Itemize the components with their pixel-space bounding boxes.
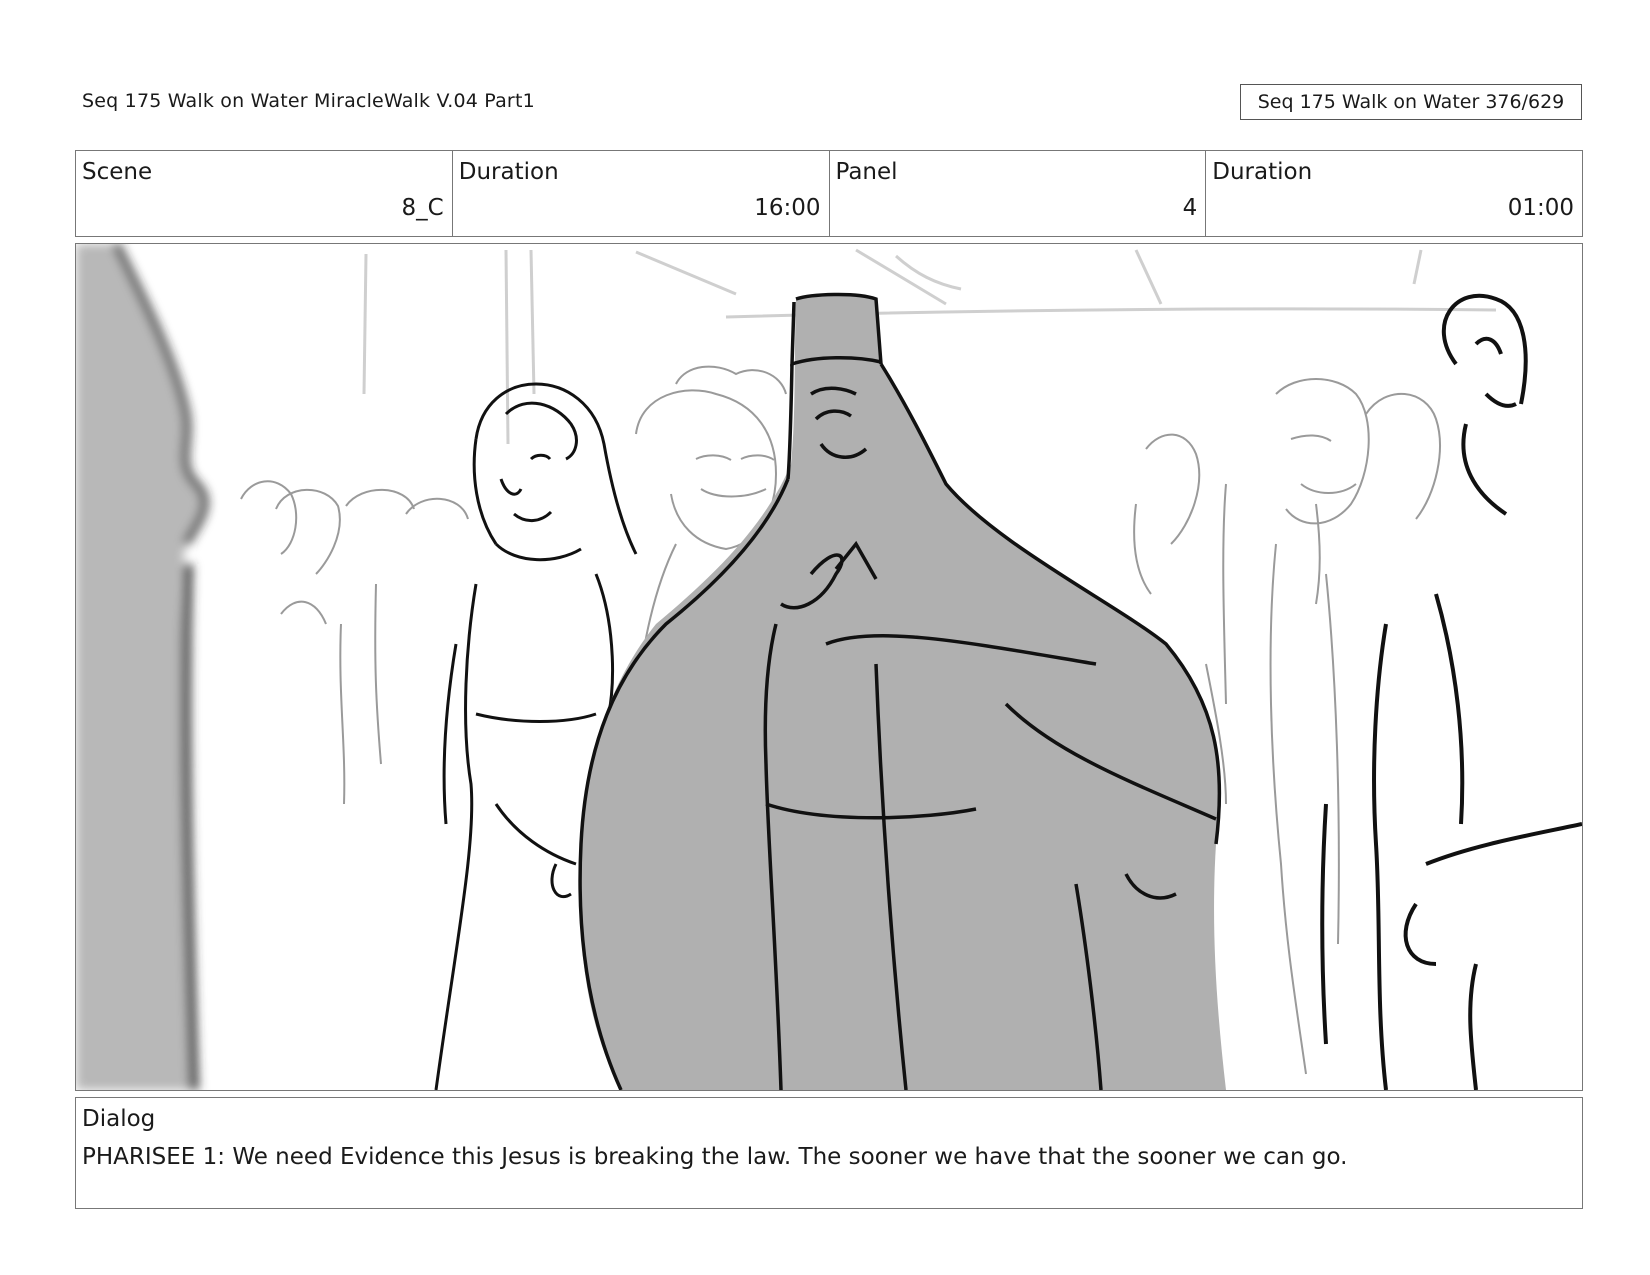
panel-label: Panel bbox=[835, 159, 898, 185]
dialog-label: Dialog bbox=[82, 1106, 156, 1132]
scene-duration-value: 16:00 bbox=[754, 195, 821, 221]
scene-duration-label: Duration bbox=[458, 159, 559, 185]
foreground-blurred-figure bbox=[76, 244, 209, 1090]
panel-cell: Panel 4 bbox=[830, 151, 1207, 236]
right-man-figure bbox=[1320, 293, 1582, 1090]
panel-duration-value: 01:00 bbox=[1507, 195, 1574, 221]
page-reference: Seq 175 Walk on Water 376/629 bbox=[1240, 84, 1582, 120]
panel-duration-label: Duration bbox=[1212, 159, 1313, 185]
pharisee-figure bbox=[578, 292, 1226, 1090]
background-lines bbox=[362, 248, 1497, 445]
dialog-box: Dialog PHARISEE 1: We need Evidence this… bbox=[75, 1097, 1583, 1209]
scene-label: Scene bbox=[82, 159, 153, 185]
storyboard-panel bbox=[75, 243, 1583, 1091]
info-table: Scene 8_C Duration 16:00 Panel 4 Duratio… bbox=[75, 150, 1583, 237]
sequence-title: Seq 175 Walk on Water MiracleWalk V.04 P… bbox=[82, 90, 535, 112]
panel-value: 4 bbox=[1182, 195, 1198, 221]
panel-duration-cell: Duration 01:00 bbox=[1206, 151, 1582, 236]
scene-value: 8_C bbox=[401, 195, 444, 221]
storyboard-sketch bbox=[76, 244, 1582, 1090]
dialog-text: PHARISEE 1: We need Evidence this Jesus … bbox=[82, 1144, 1348, 1170]
scene-cell: Scene 8_C bbox=[76, 151, 453, 236]
scene-duration-cell: Duration 16:00 bbox=[453, 151, 830, 236]
